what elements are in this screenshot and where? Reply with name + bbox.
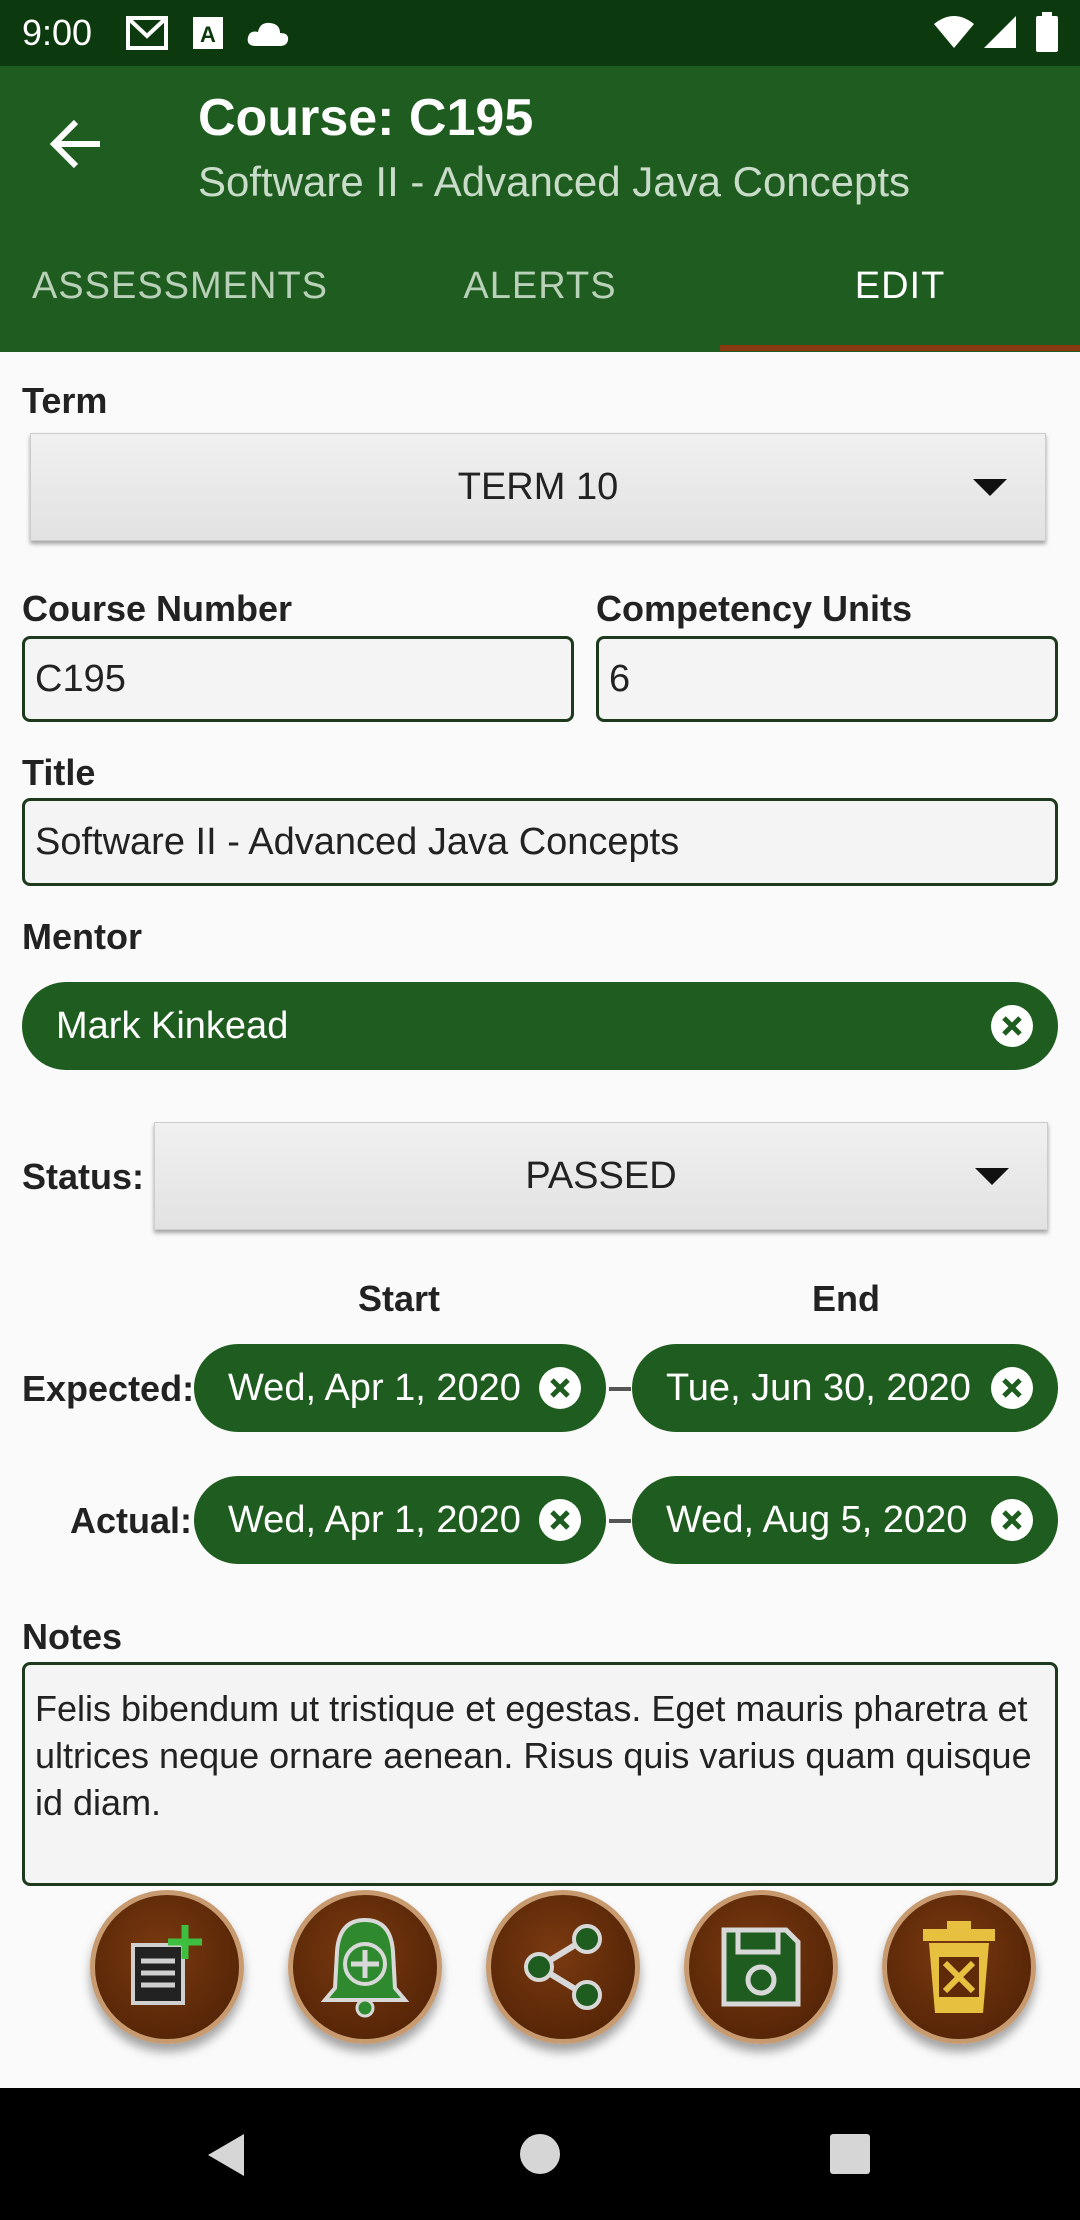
actual-label: Actual:	[70, 1500, 193, 1541]
battery-icon	[1036, 12, 1058, 52]
tab-alerts[interactable]: ALERTS	[360, 220, 720, 352]
chevron-down-icon	[973, 479, 1007, 496]
clear-actual-start-icon[interactable]	[538, 1498, 582, 1542]
expected-start-chip[interactable]: Wed, Apr 1, 2020	[194, 1344, 606, 1432]
wifi-icon	[934, 16, 974, 48]
system-nav-bar	[0, 2088, 1080, 2220]
clear-expected-end-icon[interactable]	[990, 1366, 1034, 1410]
font-icon: A	[193, 17, 223, 49]
status-dropdown-value: PASSED	[525, 1154, 677, 1197]
save-icon	[721, 1927, 801, 2007]
end-header: End	[812, 1278, 880, 1319]
expected-end-chip[interactable]: Tue, Jun 30, 2020	[632, 1344, 1058, 1432]
add-assessment-icon	[131, 1925, 202, 2005]
cloud-icon	[247, 22, 289, 46]
signal-icon	[984, 16, 1016, 48]
nav-back-icon[interactable]	[204, 2132, 248, 2178]
nav-recents-icon[interactable]	[830, 2134, 870, 2174]
expected-label: Expected:	[22, 1368, 195, 1409]
actual-end-chip[interactable]: Wed, Aug 5, 2020	[632, 1476, 1058, 1564]
term-dropdown[interactable]: TERM 10	[30, 433, 1046, 541]
notes-field[interactable]: Felis bibendum ut tristique et egestas. …	[22, 1662, 1058, 1886]
range-dash	[609, 1387, 631, 1391]
course-number-field[interactable]: C195	[22, 636, 574, 722]
gmail-icon	[126, 16, 168, 50]
actual-end-date: Wed, Aug 5, 2020	[666, 1498, 968, 1541]
clear-actual-end-icon[interactable]	[990, 1498, 1034, 1542]
tab-edit[interactable]: EDIT	[720, 220, 1080, 352]
back-arrow-icon[interactable]	[48, 114, 108, 174]
share-icon	[524, 1924, 602, 2010]
actual-start-date: Wed, Apr 1, 2020	[228, 1498, 521, 1541]
chevron-down-icon	[975, 1168, 1009, 1185]
tab-assessments[interactable]: ASSESSMENTS	[0, 220, 360, 352]
delete-icon	[923, 1921, 995, 2013]
title-label: Title	[22, 752, 96, 793]
active-tab-indicator	[720, 345, 1080, 351]
svg-text:A: A	[200, 22, 216, 47]
status-dropdown[interactable]: PASSED	[154, 1122, 1048, 1230]
expected-start-date: Wed, Apr 1, 2020	[228, 1366, 521, 1409]
term-dropdown-value: TERM 10	[457, 465, 619, 508]
actual-start-chip[interactable]: Wed, Apr 1, 2020	[194, 1476, 606, 1564]
mentor-label: Mentor	[22, 916, 142, 957]
start-header: Start	[358, 1278, 441, 1319]
competency-units-label: Competency Units	[596, 588, 913, 629]
range-dash	[609, 1519, 631, 1523]
page-title: Course: C195	[198, 89, 534, 147]
nav-home-icon[interactable]	[518, 2132, 562, 2176]
app-bar: Course: C195 Software II - Advanced Java…	[0, 66, 1080, 220]
competency-units-field[interactable]: 6	[596, 636, 1058, 722]
page-subtitle: Software II - Advanced Java Concepts	[198, 158, 911, 205]
add-alert-button[interactable]	[288, 1890, 442, 2044]
status-bar: 9:00 A	[0, 0, 1080, 66]
share-button[interactable]	[486, 1890, 640, 2044]
add-assessment-button[interactable]	[90, 1890, 244, 2044]
status-time: 9:00	[22, 12, 93, 53]
status-label: Status:	[22, 1156, 145, 1197]
mentor-chip[interactable]: Mark Kinkead	[22, 982, 1058, 1070]
notes-label: Notes	[22, 1616, 123, 1657]
tab-bar: ASSESSMENTS ALERTS EDIT	[0, 220, 1080, 352]
term-label: Term	[22, 380, 108, 421]
clear-mentor-icon[interactable]	[990, 1004, 1034, 1048]
mentor-name: Mark Kinkead	[56, 1004, 289, 1047]
title-field[interactable]: Software II - Advanced Java Concepts	[22, 798, 1058, 886]
add-alert-icon	[320, 1917, 410, 2018]
expected-end-date: Tue, Jun 30, 2020	[666, 1366, 971, 1409]
delete-button[interactable]	[882, 1890, 1036, 2044]
clear-expected-start-icon[interactable]	[538, 1366, 582, 1410]
course-number-label: Course Number	[22, 588, 293, 629]
save-button[interactable]	[684, 1890, 838, 2044]
